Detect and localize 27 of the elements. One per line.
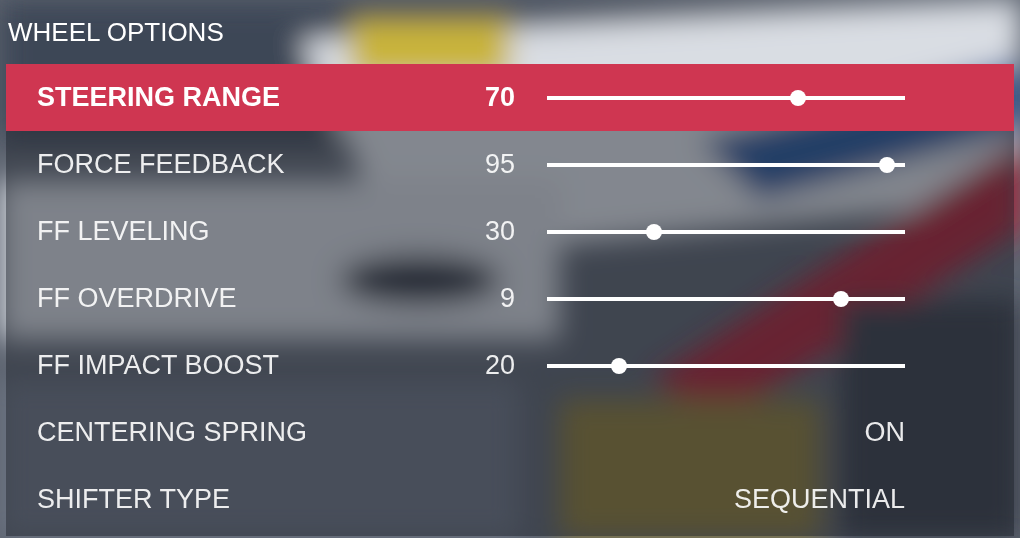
setting-label: FF LEVELING bbox=[37, 215, 211, 249]
setting-label: STEERING RANGE bbox=[37, 81, 282, 115]
setting-label: FORCE FEEDBACK bbox=[37, 148, 286, 182]
setting-value: 20 bbox=[483, 349, 515, 383]
settings-row[interactable]: FF IMPACT BOOST 20 bbox=[6, 332, 1014, 399]
setting-value: 95 bbox=[483, 148, 515, 182]
slider-thumb[interactable] bbox=[789, 89, 806, 106]
setting-value: SEQUENTIAL bbox=[732, 483, 905, 517]
setting-label: CENTERING SPRING bbox=[37, 416, 309, 450]
setting-label: FF IMPACT BOOST bbox=[37, 349, 280, 383]
setting-value: ON bbox=[863, 416, 905, 450]
setting-label: FF OVERDRIVE bbox=[37, 282, 238, 316]
setting-label: SHIFTER TYPE bbox=[37, 483, 232, 517]
slider[interactable] bbox=[547, 89, 905, 106]
slider[interactable] bbox=[547, 290, 905, 307]
settings-row[interactable]: SHIFTER TYPE SEQUENTIAL bbox=[6, 466, 1014, 533]
slider[interactable] bbox=[547, 223, 905, 240]
slider[interactable] bbox=[547, 156, 905, 173]
settings-row[interactable]: FORCE FEEDBACK 95 bbox=[6, 131, 1014, 198]
settings-row[interactable]: FF OVERDRIVE 9 bbox=[6, 265, 1014, 332]
settings-row[interactable]: CENTERING SPRING ON bbox=[6, 399, 1014, 466]
slider[interactable] bbox=[547, 357, 905, 374]
setting-value: 30 bbox=[483, 215, 515, 249]
settings-row[interactable]: STEERING RANGE 70 bbox=[6, 64, 1014, 131]
setting-value: 9 bbox=[498, 282, 515, 316]
setting-value: 70 bbox=[483, 81, 515, 115]
menu-title: WHEEL OPTIONS bbox=[8, 15, 224, 49]
